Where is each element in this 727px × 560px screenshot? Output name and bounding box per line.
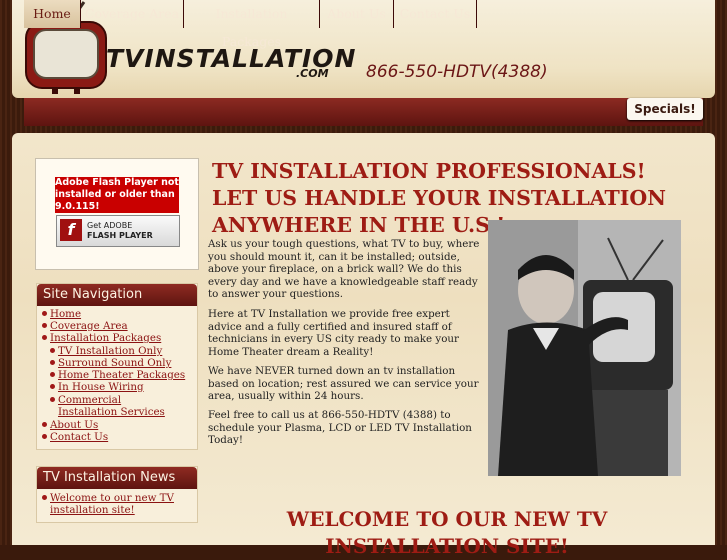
nav-coverage-area[interactable]: Coverage Area [81,0,184,28]
bullet-icon [50,384,55,389]
news-link[interactable]: Welcome to our new TV installation site! [50,492,180,516]
sidebar-link-in-house-wiring[interactable]: In House Wiring [58,381,144,393]
advice-paragraph: Here at TV Installation we provide free … [208,308,459,358]
site-navigation-title: Site Navigation [37,284,197,306]
nav-installation-packages[interactable]: Installation Packages [184,0,320,49]
sidebar-link-tv-installation-only[interactable]: TV Installation Only [58,345,162,357]
news-title: TV Installation News [37,467,197,489]
call-paragraph: Feel free to call us at 866-550-HDTV (43… [208,409,472,446]
specials-button[interactable]: Specials! [627,98,703,120]
flash-warning-text: Adobe Flash Player not installed or olde… [55,177,179,213]
sidebar-link-coverage-area[interactable]: Coverage Area [50,320,128,332]
intro-paragraph: Ask us your tough questions, what TV to … [208,238,480,300]
sidebar-link-home-theater-packages[interactable]: Home Theater Packages [58,369,185,381]
bullet-icon [50,348,55,353]
coverage-paragraph: We have NEVER turned down an tv installa… [208,365,479,402]
nav-about-us[interactable]: About Us [320,0,394,28]
vintage-photo-illustration [488,220,681,476]
get-flash-button[interactable]: f Get ADOBE FLASH PLAYER [56,215,180,247]
get-flash-line1: Get ADOBE [87,221,133,230]
sidebar-link-home[interactable]: Home [50,308,81,320]
bullet-icon [50,397,55,402]
boy-with-tv-photo [488,220,681,476]
sidebar-link-surround-sound-only[interactable]: Surround Sound Only [58,357,171,369]
sidebar-link-installation-packages[interactable]: Installation Packages [50,332,161,344]
bullet-icon [42,323,47,328]
flash-player-icon: f [60,219,82,241]
sidebar-link-about-us[interactable]: About Us [50,419,98,431]
bullet-icon [42,311,47,316]
nav-home[interactable]: Home [24,0,81,28]
logo-com-text: .COM [296,67,329,80]
bullet-icon [42,495,47,500]
welcome-heading: WELCOME TO OUR NEW TV INSTALLATION SITE! [286,507,608,558]
bullet-icon [42,335,47,340]
bullet-icon [50,360,55,365]
bullet-icon [42,434,47,439]
get-flash-line2: FLASH PLAYER [87,231,153,240]
main-nav [24,98,703,126]
phone-number: 866-550-HDTV(4388) [366,62,548,82]
sidebar-link-contact-us[interactable]: Contact Us [50,431,108,443]
sidebar-link-commercial-installation[interactable]: Commercial Installation Services [58,394,180,418]
flash-container [35,158,199,270]
bullet-icon [50,372,55,377]
nav-contact-us[interactable]: Contact Us [394,0,477,28]
bullet-icon [42,422,47,427]
